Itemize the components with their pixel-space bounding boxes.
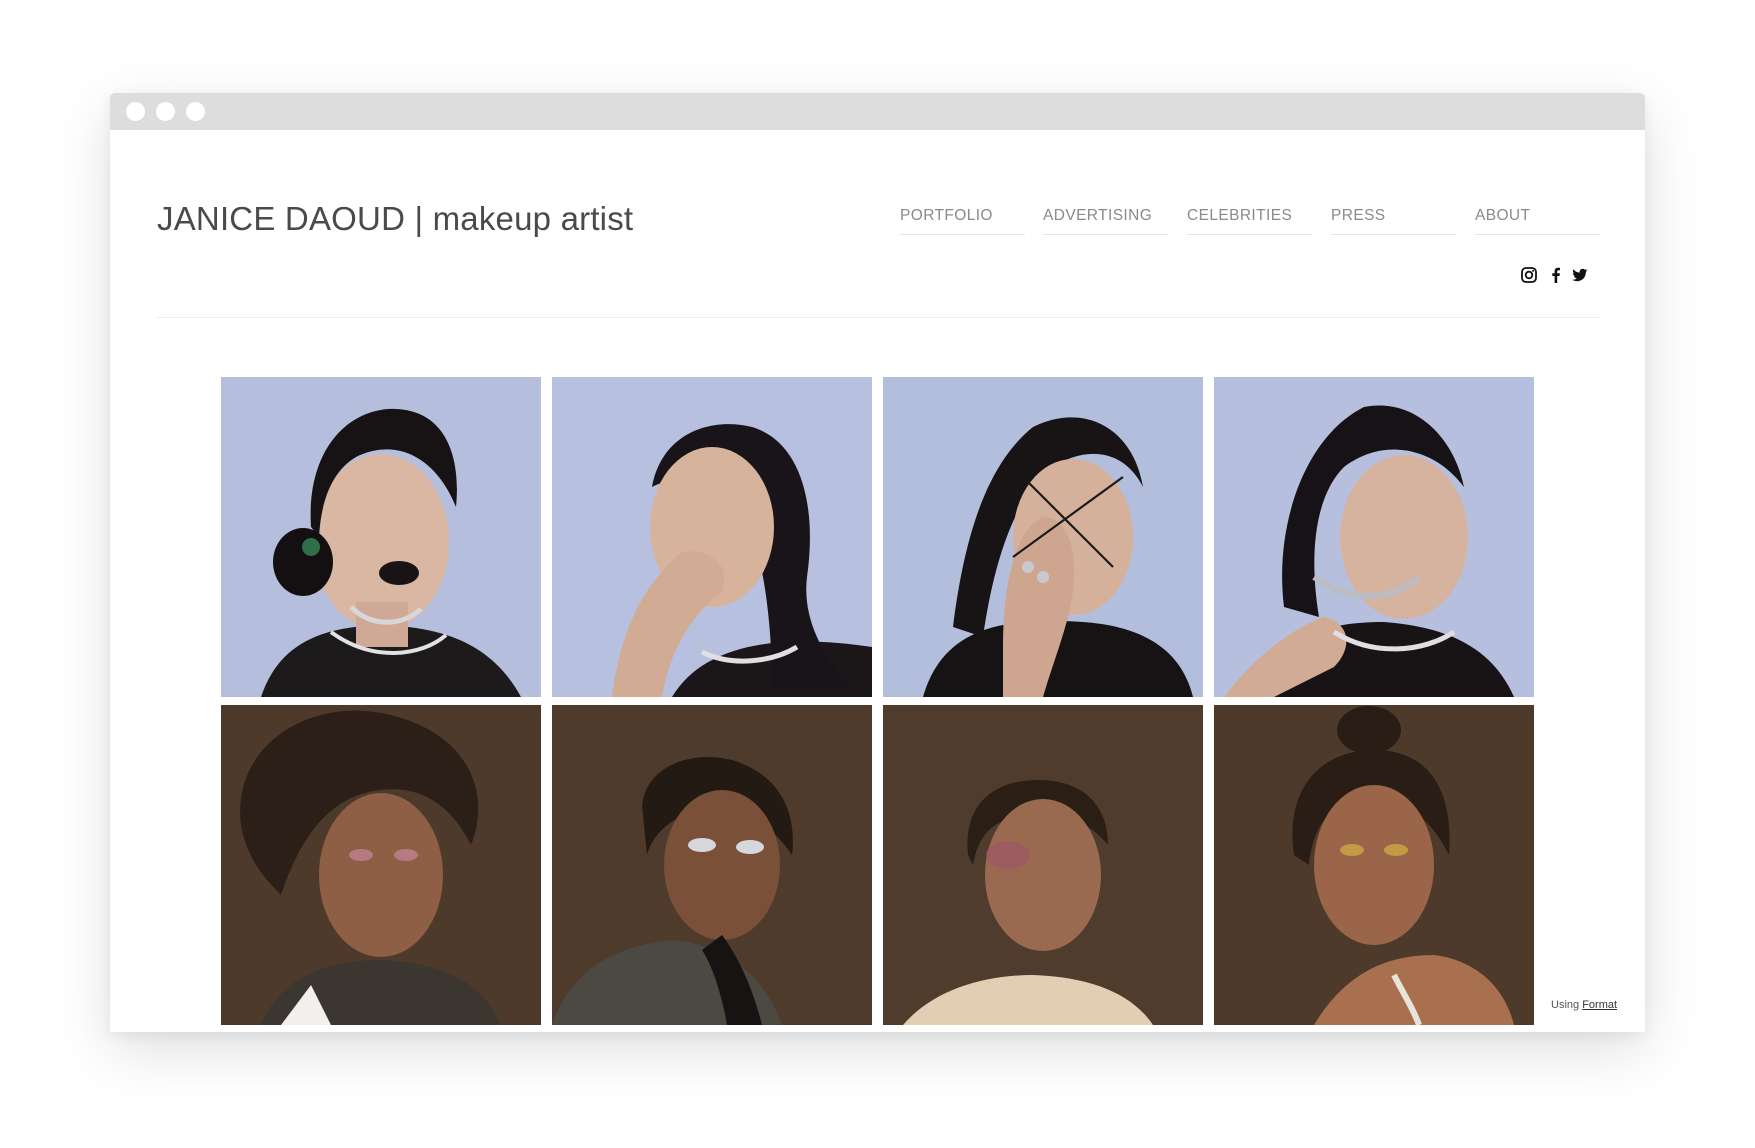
- nav-item-portfolio[interactable]: PORTFOLIO: [900, 205, 1025, 235]
- portrait-image: [221, 377, 541, 697]
- window-dot-close[interactable]: [126, 102, 145, 121]
- portrait-image: [552, 377, 872, 697]
- portrait-image: [221, 705, 541, 1025]
- format-link[interactable]: Format: [1582, 999, 1617, 1011]
- site-title[interactable]: JANICE DAOUD | makeup artist: [157, 200, 633, 238]
- photo-grid: [221, 377, 1534, 1025]
- portrait-image: [883, 705, 1203, 1025]
- portrait-image: [1214, 377, 1534, 697]
- nav-item-advertising[interactable]: ADVERTISING: [1043, 205, 1168, 235]
- gallery-tile-2[interactable]: [552, 377, 872, 697]
- gallery-tile-5[interactable]: [221, 705, 541, 1025]
- gallery-tile-8[interactable]: [1214, 705, 1534, 1025]
- facebook-icon[interactable]: [1547, 266, 1565, 284]
- portrait-image: [1214, 705, 1534, 1025]
- nav-item-celebrities[interactable]: CELEBRITIES: [1187, 205, 1312, 235]
- window-dot-maximize[interactable]: [186, 102, 205, 121]
- social-links: [110, 266, 1645, 286]
- gallery-tile-4[interactable]: [1214, 377, 1534, 697]
- browser-window: JANICE DAOUD | makeup artist PORTFOLIO A…: [110, 93, 1645, 1032]
- instagram-icon[interactable]: [1520, 266, 1538, 284]
- gallery-tile-3[interactable]: [883, 377, 1203, 697]
- format-credit: Using Format: [1551, 999, 1617, 1011]
- twitter-icon[interactable]: [1571, 266, 1589, 284]
- portrait-image: [883, 377, 1203, 697]
- gallery-tile-1[interactable]: [221, 377, 541, 697]
- window-dot-minimize[interactable]: [156, 102, 175, 121]
- credit-using-text: Using: [1551, 999, 1580, 1011]
- gallery-tile-6[interactable]: [552, 705, 872, 1025]
- browser-chrome-bar: [110, 93, 1645, 130]
- header-divider: [157, 317, 1599, 318]
- nav-item-about[interactable]: ABOUT: [1475, 205, 1600, 235]
- nav-item-press[interactable]: PRESS: [1331, 205, 1456, 235]
- portrait-image: [552, 705, 872, 1025]
- main-nav: PORTFOLIO ADVERTISING CELEBRITIES PRESS …: [900, 205, 1610, 235]
- gallery-tile-7[interactable]: [883, 705, 1203, 1025]
